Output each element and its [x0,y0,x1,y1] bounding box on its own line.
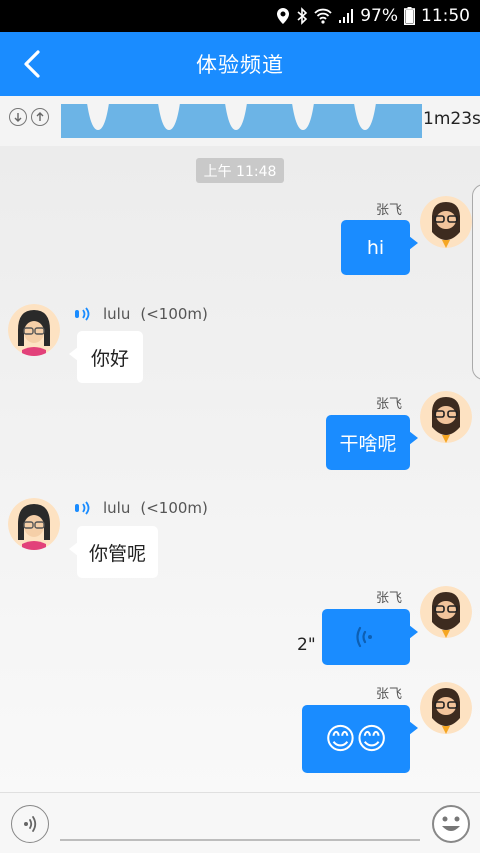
peer-name: lulu [103,499,131,517]
input-bar [0,792,480,853]
avatar[interactable] [420,586,472,638]
location-icon [277,8,290,24]
timestamp-chip: 上午 11:48 [196,158,284,183]
peer-info: lulu (<100m) [73,499,208,517]
message-bubble[interactable]: 你管呢 [69,526,158,578]
emoji-button[interactable] [431,804,471,844]
chat-area[interactable]: 上午 11:48 张飞 hi lulu (<100m) 你好 张飞 干啥呢 lu… [0,146,480,792]
peer-distance: (<100m) [140,305,208,323]
message-text: 你好 [90,347,129,370]
smiley-icon [432,805,470,843]
peer-name: lulu [103,305,131,323]
avatar[interactable] [420,682,472,734]
voice-icon [24,816,37,832]
side-drawer-handle[interactable] [472,184,480,380]
message-bubble[interactable]: 你好 [69,331,143,383]
message-text: 干啥呢 [339,433,397,455]
message-bubble[interactable]: 干啥呢 [326,415,418,470]
wifi-icon [314,8,332,24]
male-avatar-icon [420,391,472,443]
peer-info: lulu (<100m) [73,305,208,323]
peer-distance: (<100m) [140,499,208,517]
emoji-message-bubble[interactable]: 😊😊 [302,705,418,773]
emoji-text: 😊😊 [324,721,388,757]
voice-input-button[interactable] [11,805,49,843]
voice-message-bubble[interactable] [322,609,418,665]
male-avatar-icon [420,586,472,638]
female-avatar-icon [8,498,60,550]
avatar[interactable] [420,196,472,248]
message-bubble[interactable]: hi [341,220,418,275]
message-text: 你管呢 [88,542,146,565]
status-bar: 97% 11:50 [0,0,480,32]
bluetooth-icon [297,7,308,25]
arrow-up-icon [36,112,44,121]
sender-name: 张飞 [376,591,403,606]
signal-icon [339,9,354,23]
battery-percent: 97% [360,6,398,26]
female-avatar-icon [8,304,60,356]
chevron-left-icon [24,50,40,78]
male-avatar-icon [420,196,472,248]
title-bar: 体验频道 [0,32,480,96]
playback-bar: 1m23s [0,96,480,146]
upload-button[interactable] [31,108,49,126]
avatar[interactable] [8,498,60,550]
download-button[interactable] [9,108,27,126]
back-button[interactable] [18,49,48,79]
page-title: 体验频道 [196,53,284,77]
voice-signal-icon [75,307,90,321]
male-avatar-icon [420,682,472,734]
battery-icon [404,7,415,25]
sender-name: 张飞 [376,397,403,412]
total-duration: 1m23s [423,109,480,129]
arrow-down-icon [14,113,22,122]
message-input[interactable] [60,839,420,841]
voice-signal-icon [75,501,90,515]
sender-name: 张飞 [376,687,403,702]
waveform-strip[interactable] [61,104,422,138]
avatar[interactable] [420,391,472,443]
message-text: hi [366,236,385,259]
sender-name: 张飞 [376,203,403,218]
clock: 11:50 [421,6,470,26]
voice-wave-icon [356,626,372,648]
avatar[interactable] [8,304,60,356]
voice-duration: 2" [297,635,316,655]
